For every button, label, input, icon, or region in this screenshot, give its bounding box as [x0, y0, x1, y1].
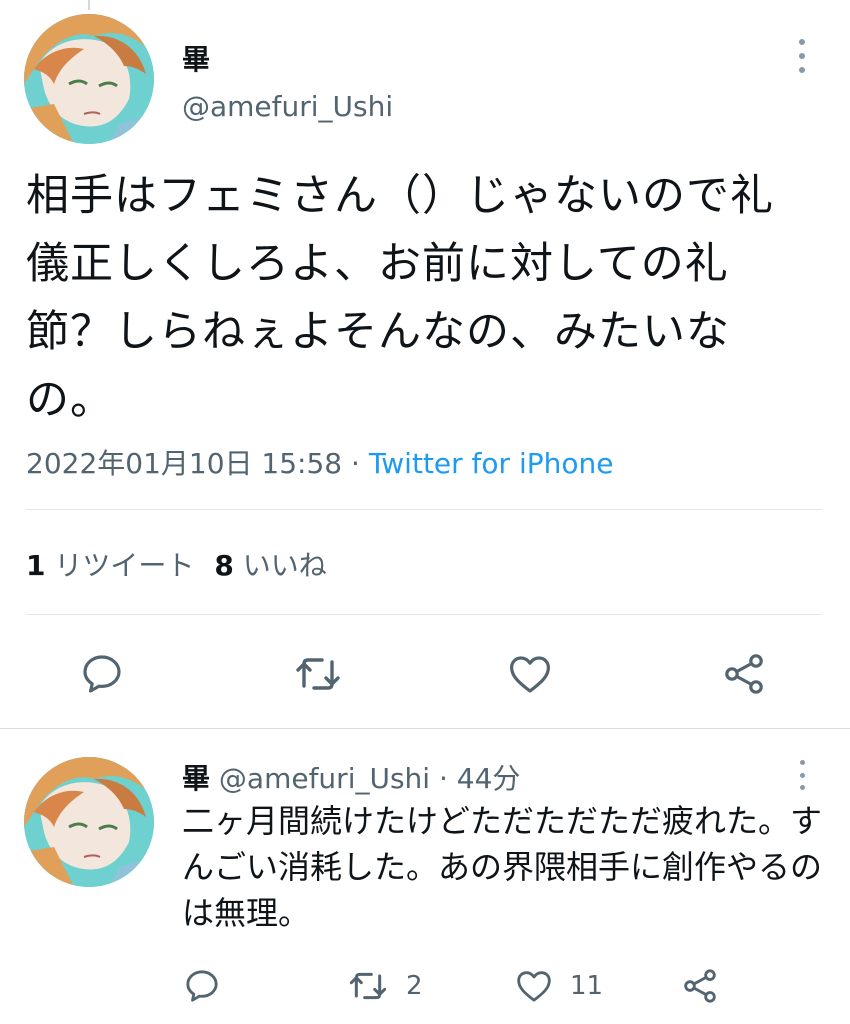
like-count: 8	[214, 549, 234, 582]
retweet-button[interactable]	[292, 650, 344, 698]
retweet-count: 1	[26, 549, 46, 582]
reply-button[interactable]	[78, 650, 126, 698]
thread-line	[88, 0, 90, 10]
reply-header: 畢 @amefuri_Ushi · 44分	[182, 757, 520, 797]
divider	[26, 509, 822, 510]
like-count: 11	[570, 971, 604, 1001]
display-name[interactable]: 畢	[182, 38, 210, 78]
tweet-stats: 1 リツイート 8 いいね	[26, 544, 327, 584]
tweet-meta: 2022年01月10日 15:58 · Twitter for iPhone	[26, 442, 613, 482]
reply-display-name[interactable]: 畢	[182, 762, 210, 795]
reply-meta: @amefuri_Ushi · 44分	[210, 762, 521, 795]
retweet-button[interactable]: 2	[346, 966, 423, 1006]
share-icon	[725, 654, 763, 694]
share-button[interactable]	[680, 966, 720, 1006]
avatar-image	[24, 757, 154, 887]
source-link[interactable]: Twitter for iPhone	[369, 447, 614, 480]
divider	[26, 614, 822, 615]
share-icon	[684, 969, 716, 1003]
retweet-icon	[296, 658, 340, 690]
retweet-stat[interactable]: 1 リツイート	[26, 549, 194, 582]
tweet-text: 相手はフェミさん（）じゃないので礼儀正しくしろよ、お前に対しての礼節？しらねぇよ…	[26, 171, 774, 425]
timestamp[interactable]: 2022年01月10日 15:58	[26, 447, 342, 480]
reply-text: 二ヶ月間続けたけどただただただ疲れた。すんごい消耗した。あの界隈相手に創作やるの…	[182, 802, 823, 932]
avatar[interactable]	[24, 14, 154, 144]
share-button[interactable]	[720, 650, 768, 698]
user-handle[interactable]: @amefuri_Ushi	[182, 90, 393, 123]
section-divider	[0, 728, 850, 729]
like-button[interactable]	[506, 650, 554, 698]
meta-separator: ·	[342, 447, 369, 480]
like-label: いいね	[242, 549, 327, 582]
reply-icon	[186, 970, 218, 1002]
reply-button[interactable]	[182, 966, 222, 1006]
retweet-count: 2	[406, 971, 423, 1001]
like-icon	[510, 656, 550, 693]
retweet-icon	[349, 972, 387, 1000]
reply-icon	[83, 655, 121, 693]
more-icon[interactable]	[797, 760, 807, 790]
like-button[interactable]: 11	[514, 966, 603, 1006]
avatar-image	[24, 14, 154, 144]
reply-avatar[interactable]	[24, 757, 154, 887]
retweet-label: リツイート	[54, 549, 195, 582]
more-icon[interactable]	[797, 39, 807, 73]
like-stat[interactable]: 8 いいね	[214, 549, 326, 582]
like-icon	[517, 971, 551, 1002]
